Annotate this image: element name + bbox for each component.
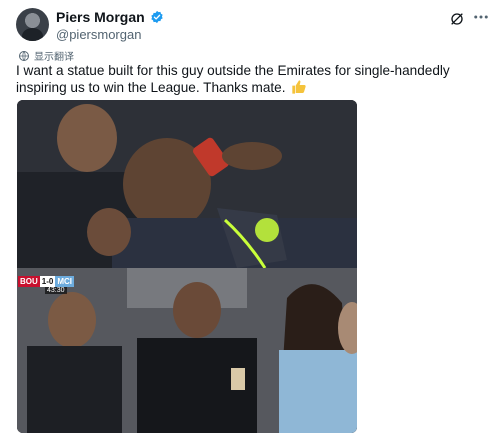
- author-row: Piers Morgan: [56, 9, 164, 25]
- tweet-body: I want a statue built for this guy outsi…: [16, 63, 450, 95]
- photo-crowd-reaction[interactable]: [17, 268, 357, 433]
- translate-label: 显示翻译: [34, 52, 74, 63]
- grok-icon[interactable]: [449, 11, 465, 27]
- avatar[interactable]: [16, 8, 49, 41]
- match-clock: 43:30: [45, 287, 67, 294]
- tweet-media[interactable]: BOU 1-0 MCI 43:30: [17, 100, 357, 433]
- tweet-text: I want a statue built for this guy outsi…: [16, 62, 494, 96]
- photo-fan-drinking[interactable]: [17, 100, 357, 269]
- more-options-icon[interactable]: [472, 8, 490, 26]
- away-team: MCI: [55, 276, 75, 287]
- translate-icon: [19, 50, 29, 61]
- home-team: BOU: [18, 276, 40, 287]
- author-handle[interactable]: @piersmorgan: [56, 27, 141, 42]
- show-translation-link[interactable]: 显示翻译: [18, 48, 74, 63]
- scoreboard: BOU 1-0 MCI: [18, 276, 75, 287]
- author-display-name[interactable]: Piers Morgan: [56, 9, 145, 25]
- thumbs-up-emoji: [292, 80, 306, 94]
- match-score: 1-0: [39, 276, 56, 287]
- tweet-card: Piers Morgan @piersmorgan 显示翻译 I want a …: [0, 0, 500, 440]
- verified-badge-icon: [151, 10, 163, 24]
